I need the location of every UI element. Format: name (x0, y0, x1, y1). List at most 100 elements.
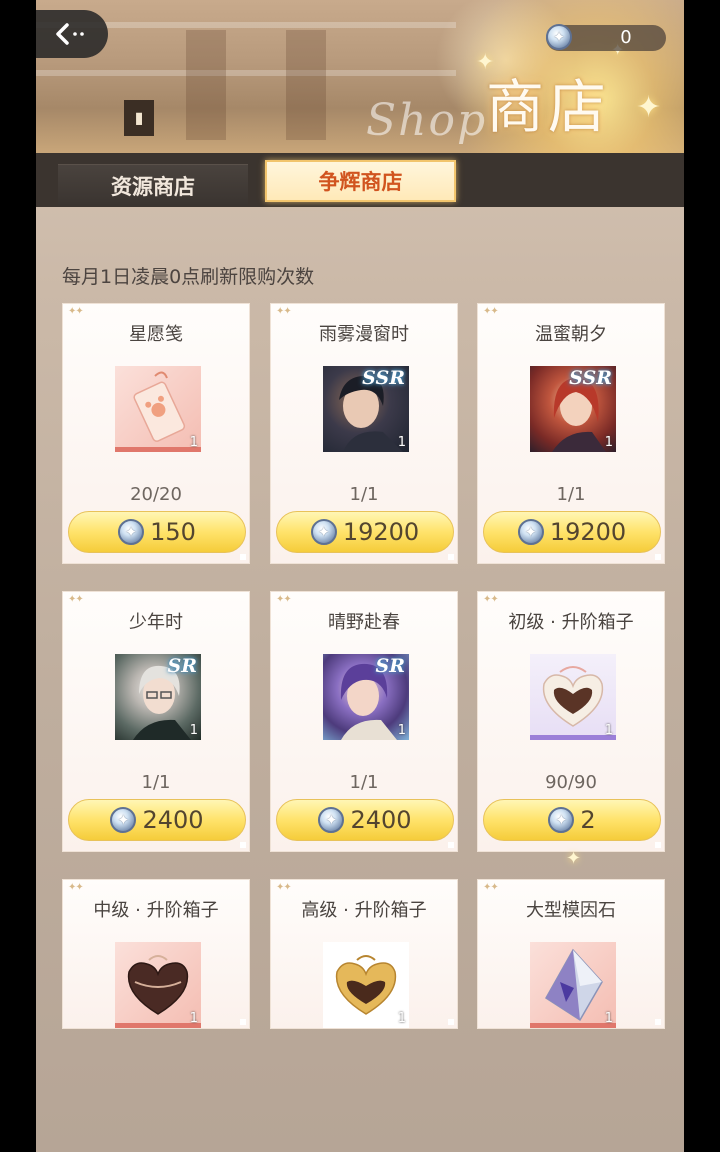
item-name: 晴野赴春 (328, 612, 400, 633)
rarity-badge: SSR (569, 367, 612, 389)
page-title: 商店 (486, 73, 611, 141)
buy-button[interactable]: 2 (483, 799, 661, 841)
item-quantity: 1 (189, 435, 198, 450)
item-name: 温蜜朝夕 (535, 324, 607, 345)
item-quantity: 1 (604, 1011, 613, 1026)
purchase-limit: 1/1 (141, 772, 171, 793)
rarity-bar (530, 1023, 616, 1028)
rarity-bar (530, 735, 616, 740)
gem-icon (548, 807, 575, 833)
currency-display[interactable]: 0 (546, 24, 666, 51)
shop-item-card[interactable]: ✦✦ 初级 · 升阶箱子 1 90/90 2 (477, 591, 665, 852)
tab-bar: 资源商店 争辉商店 (36, 153, 684, 207)
item-price: 19200 (342, 518, 420, 546)
item-thumbnail: 1 (530, 654, 616, 740)
item-price: 2400 (350, 806, 412, 834)
item-name: 少年时 (129, 612, 183, 633)
crystal-icon (545, 948, 603, 1022)
item-name: 星愿笺 (129, 324, 183, 345)
card-corner (655, 842, 661, 848)
item-thumbnail: 1 (323, 942, 409, 1028)
item-thumbnail: 1 (530, 942, 616, 1028)
card-corner (448, 554, 454, 560)
gem-icon (546, 24, 572, 50)
gem-icon (310, 519, 337, 545)
item-thumbnail: SR 1 (115, 654, 201, 740)
card-corner (240, 554, 246, 560)
card-sparkle-icon: ✦✦ (276, 306, 292, 317)
rarity-bar (115, 447, 201, 452)
card-sparkle-icon: ✦✦ (68, 882, 84, 893)
rarity-badge: SSR (362, 367, 405, 389)
refresh-notice: 每月1日凌晨0点刷新限购次数 (62, 266, 315, 288)
item-quantity: 1 (397, 723, 406, 738)
item-thumbnail: 1 (115, 366, 201, 452)
item-quantity: 1 (397, 1011, 406, 1026)
item-name: 初级 · 升阶箱子 (508, 612, 634, 633)
shop-item-card[interactable]: ✦✦ 星愿笺 1 20/20 150 (62, 303, 250, 564)
card-corner (655, 554, 661, 560)
gem-icon (110, 807, 137, 833)
buy-button[interactable]: 2400 (68, 799, 246, 841)
banner-pillar (286, 30, 326, 140)
sparkle-icon: ✦ (636, 90, 662, 125)
item-name: 中级 · 升阶箱子 (93, 900, 219, 921)
card-corner (240, 842, 246, 848)
buy-button[interactable]: 2400 (276, 799, 454, 841)
banner-stripe (36, 70, 456, 76)
gem-icon (318, 807, 345, 833)
card-sparkle-icon: ✦✦ (276, 594, 292, 605)
gem-icon (118, 519, 145, 545)
buy-button[interactable]: 19200 (276, 511, 454, 553)
item-price: 19200 (549, 518, 627, 546)
buy-button[interactable]: 150 (68, 511, 246, 553)
sparkle-icon: ✦ (566, 848, 582, 869)
item-quantity: 1 (397, 435, 406, 450)
card-sparkle-icon: ✦✦ (483, 306, 499, 317)
purchase-limit: 90/90 (545, 772, 597, 793)
item-quantity: 1 (604, 435, 613, 450)
purchase-limit: 1/1 (556, 484, 586, 505)
rarity-bar (115, 1023, 201, 1028)
shop-item-card[interactable]: ✦✦ 高级 · 升阶箱子 1 (270, 879, 458, 1029)
back-arrow-icon (56, 23, 84, 45)
purchase-limit: 1/1 (349, 772, 379, 793)
shop-item-card[interactable]: ✦✦ 大型模因石 1 (477, 879, 665, 1029)
shop-item-card[interactable]: ✦✦ 雨雾漫窗时 SSR 1 1/1 19200 (270, 303, 458, 564)
purchase-limit: 20/20 (130, 484, 182, 505)
shop-item-card[interactable]: ✦✦ 少年时 SR 1 1/1 2400 (62, 591, 250, 852)
card-corner (240, 1019, 246, 1025)
shop-screen: ▮ Shop 商店 ✦ ✦ ✦ 0 资源商店 争辉商店 每月1日凌晨0点刷新限购… (36, 0, 684, 1152)
item-quantity: 1 (604, 723, 613, 738)
heart-box-icon (335, 955, 397, 1015)
item-price: 2400 (142, 806, 204, 834)
purchase-limit: 1/1 (349, 484, 379, 505)
item-thumbnail: SSR 1 (530, 366, 616, 452)
shop-item-card[interactable]: ✦✦ 晴野赴春 SR 1 1/1 2400 (270, 591, 458, 852)
card-sparkle-icon: ✦✦ (276, 882, 292, 893)
card-corner (655, 1019, 661, 1025)
item-thumbnail: 1 (115, 942, 201, 1028)
envelope-icon (133, 371, 186, 442)
item-price: 150 (150, 518, 196, 546)
card-sparkle-icon: ✦✦ (68, 306, 84, 317)
shop-banner: ▮ Shop 商店 ✦ ✦ ✦ (36, 0, 684, 155)
back-button[interactable] (36, 10, 108, 58)
item-price: 2 (580, 806, 596, 834)
item-name: 大型模因石 (526, 900, 616, 921)
item-quantity: 1 (189, 1011, 198, 1026)
tab-resource-shop[interactable]: 资源商店 (58, 164, 248, 206)
item-name: 高级 · 升阶箱子 (301, 900, 427, 921)
item-thumbnail: SSR 1 (323, 366, 409, 452)
banner-pillar (186, 30, 226, 140)
buy-button[interactable]: 19200 (483, 511, 661, 553)
shop-item-card[interactable]: ✦✦ 中级 · 升阶箱子 1 (62, 879, 250, 1029)
banner-sign: ▮ (124, 100, 154, 136)
card-sparkle-icon: ✦✦ (483, 882, 499, 893)
banner-script: Shop (366, 95, 488, 146)
tab-contest-shop[interactable]: 争辉商店 (265, 160, 456, 202)
item-thumbnail: SR 1 (323, 654, 409, 740)
card-sparkle-icon: ✦✦ (483, 594, 499, 605)
rarity-badge: SR (167, 655, 197, 677)
shop-item-card[interactable]: ✦✦ 温蜜朝夕 SSR 1 1/1 19200 (477, 303, 665, 564)
